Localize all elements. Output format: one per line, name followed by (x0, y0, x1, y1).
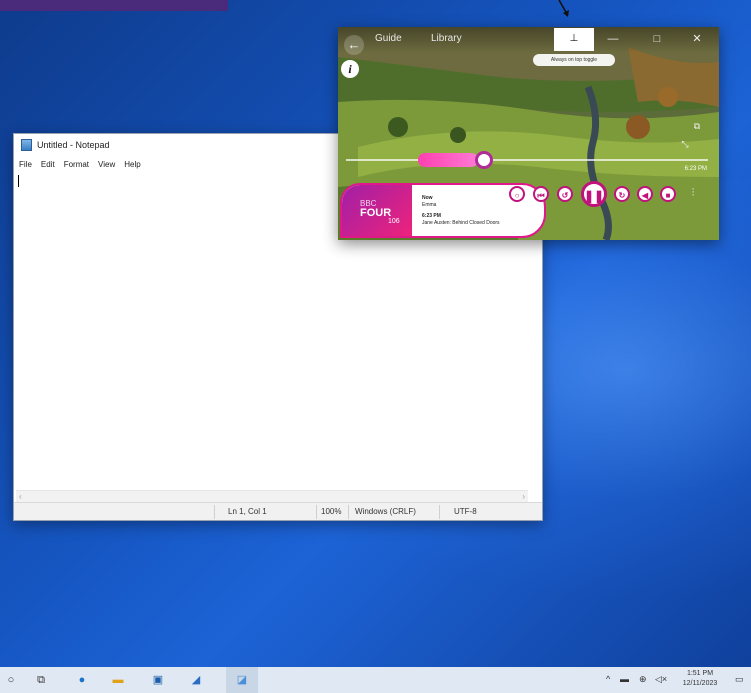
next-time: 6:23 PM (422, 213, 441, 219)
menu-edit[interactable]: Edit (41, 160, 55, 169)
status-divider (214, 505, 215, 519)
now-title: Emma (422, 202, 437, 208)
taskbar-clock[interactable]: 1:51 PM 12/11/2023 (677, 669, 723, 689)
status-position: Ln 1, Col 1 (228, 507, 267, 516)
pin-tooltip: Always on top toggle (533, 54, 615, 66)
status-divider (439, 505, 440, 519)
language-icon[interactable]: ⊕ (639, 674, 647, 685)
mute-icon[interactable]: ◀ (637, 186, 653, 202)
rewind-icon[interactable]: ↺ (557, 186, 573, 202)
edge-browser-icon[interactable]: ● (74, 672, 90, 688)
clock-time: 1:51 PM (686, 670, 714, 677)
equalizer-icon[interactable]: ⫶ (686, 187, 700, 199)
station-logo: BBC FOUR 106 (342, 185, 412, 236)
clock-date: 12/11/2023 (682, 680, 718, 687)
store-icon[interactable]: ▣ (150, 672, 166, 688)
status-encoding: UTF-8 (454, 507, 477, 516)
text-caret (18, 175, 19, 187)
background-window-edge (0, 0, 228, 11)
volume-icon[interactable]: ◁× (655, 674, 667, 685)
pin-icon: ⊥ (569, 33, 579, 44)
pause-button[interactable]: ❚❚ (581, 181, 607, 207)
horizontal-scrollbar[interactable]: ‹ › (16, 490, 528, 502)
taskbar: ○ ⧉ ● ▬ ▣ ◢ ◪ ^ ▬ ⊕ ◁× 1:51 PM 12/11/202… (0, 667, 751, 693)
back-arrow-icon[interactable]: ← (344, 35, 364, 55)
menu-format[interactable]: Format (64, 160, 89, 169)
notifications-icon[interactable]: ▭ (735, 674, 744, 685)
notepad-status-bar: Ln 1, Col 1 100% Windows (CRLF) UTF-8 (14, 502, 542, 520)
task-view-icon[interactable]: ⧉ (33, 672, 49, 688)
radio-player-window[interactable]: ← Guide Library ⊥ — □ ✕ Always on top to… (338, 27, 719, 240)
radio-app-icon[interactable]: ◢ (188, 672, 204, 688)
status-divider (316, 505, 317, 519)
notepad-taskbar-icon[interactable]: ◪ (234, 672, 250, 688)
network-icon[interactable]: ▬ (620, 674, 629, 684)
timeline-track[interactable] (346, 159, 708, 161)
close-icon[interactable]: ✕ (688, 31, 706, 47)
maximize-icon[interactable]: □ (648, 31, 666, 47)
notepad-title: Untitled - Notepad (37, 140, 110, 150)
next-programme: Jane Austen: Behind Closed Doors (422, 220, 500, 226)
expand-icon[interactable]: ⤡ (678, 139, 692, 151)
tray-chevron-icon[interactable]: ^ (606, 674, 610, 684)
tab-library[interactable]: Library (431, 33, 462, 44)
timeline-progress (418, 153, 478, 167)
pin-always-on-top-button[interactable]: ⊥ (554, 28, 594, 51)
timeline-scrubber-handle[interactable] (475, 151, 493, 169)
status-line-endings: Windows (CRLF) (355, 507, 416, 516)
forward-icon[interactable]: ↻ (614, 186, 630, 202)
status-zoom: 100% (321, 507, 342, 516)
menu-view[interactable]: View (98, 160, 115, 169)
skip-back-icon[interactable]: ⏮ (533, 186, 549, 202)
menu-help[interactable]: Help (124, 160, 140, 169)
stop-icon[interactable]: ■ (660, 186, 676, 202)
notepad-icon (21, 139, 32, 151)
minimize-icon[interactable]: — (604, 31, 622, 47)
tab-guide[interactable]: Guide (375, 33, 402, 44)
record-icon[interactable]: ○ (509, 186, 525, 202)
now-label: Now (422, 195, 433, 201)
info-icon[interactable]: i (341, 60, 359, 78)
search-icon[interactable]: ○ (3, 672, 19, 688)
picture-in-picture-icon[interactable]: ⧉ (690, 121, 704, 133)
annotation-arrow-icon (558, 0, 569, 17)
file-explorer-icon[interactable]: ▬ (110, 672, 126, 688)
station-logo-line2: FOUR (360, 207, 392, 219)
status-divider (348, 505, 349, 519)
menu-file[interactable]: File (19, 160, 32, 169)
station-logo-line3: 106 (388, 218, 400, 225)
current-time: 6:23 PM (684, 166, 707, 172)
